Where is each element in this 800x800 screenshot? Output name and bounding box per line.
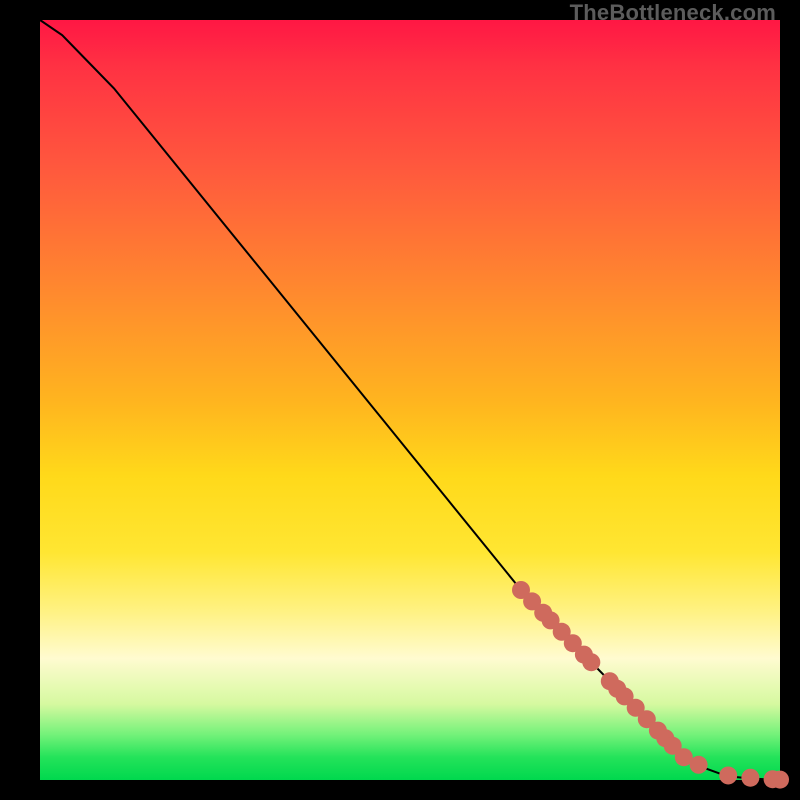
chart-marker xyxy=(582,653,600,671)
chart-stage: TheBottleneck.com xyxy=(0,0,800,800)
chart-svg xyxy=(40,20,780,780)
chart-marker xyxy=(771,771,789,789)
chart-markers-group xyxy=(512,581,789,789)
chart-marker xyxy=(741,769,759,787)
chart-marker xyxy=(690,756,708,774)
chart-curve xyxy=(40,20,780,780)
chart-marker xyxy=(719,766,737,784)
watermark-label: TheBottleneck.com xyxy=(570,0,776,26)
chart-plot-area xyxy=(40,20,780,780)
